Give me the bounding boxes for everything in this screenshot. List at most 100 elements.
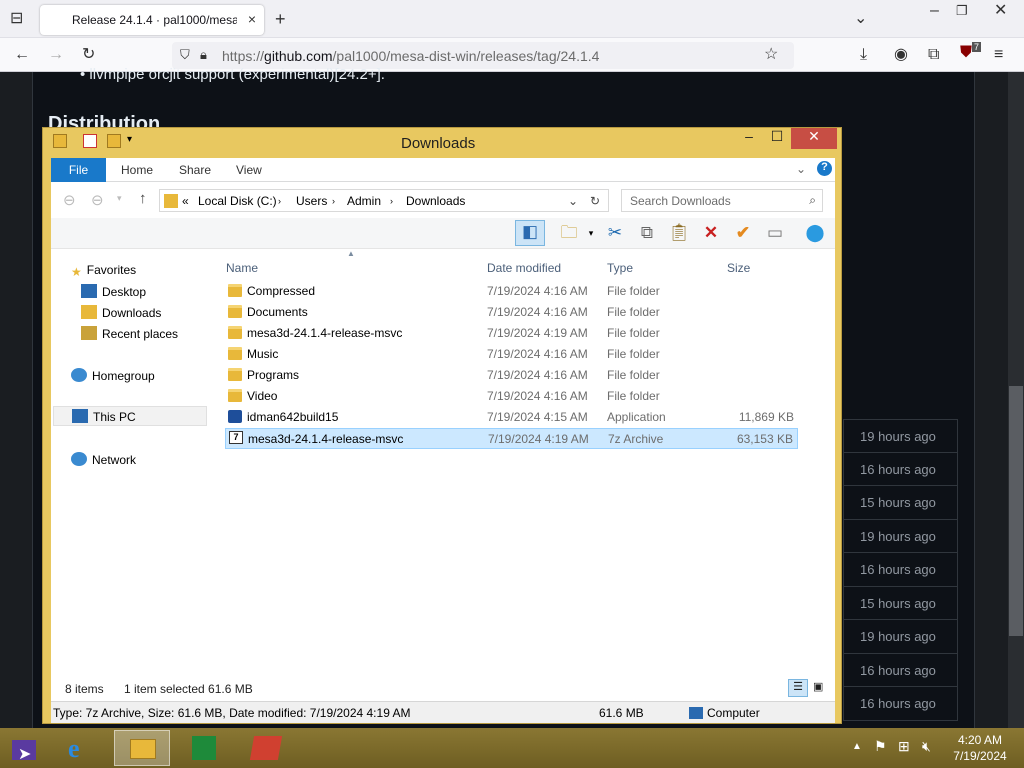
bookmark-star-icon[interactable]: ☆ [764,47,778,63]
help-icon[interactable]: ? [817,161,832,176]
explorer-title-bar[interactable]: ▾ Downloads – ☐ ✕ [43,128,841,158]
lock-icon[interactable]: 🔒︎ [200,47,207,63]
delete-icon[interactable]: ✕ [699,222,723,244]
address-dropdown-icon[interactable]: ⌄ [568,194,578,208]
back-icon[interactable]: ⊖ [63,191,76,209]
file-row[interactable]: Documents 7/19/2024 4:16 AM File folder [225,302,798,323]
maximize-button[interactable]: ☐ [761,128,793,149]
nav-this-pc[interactable]: This PC [53,406,207,426]
column-date-modified[interactable]: Date modified [487,261,561,275]
taskbar-ie[interactable]: e [54,730,110,766]
volume-muted-icon[interactable]: 🔇︎ [922,738,931,755]
page-scrollbar-thumb[interactable] [1009,386,1023,636]
extensions-icon[interactable]: ⧉ [928,47,939,63]
location-status: Computer [707,706,760,720]
show-hidden-icons[interactable]: ▲ [852,741,862,752]
nav-desktop[interactable]: Desktop [81,284,146,302]
forward-icon[interactable]: ⊖ [91,191,104,209]
tab-list-icon[interactable]: ⊟ [10,11,23,27]
file-row[interactable]: mesa3d-24.1.4-release-msvc 7/19/2024 4:19… [225,323,798,344]
forward-icon[interactable]: → [48,47,64,63]
breadcrumb-prefix[interactable]: « [182,194,189,208]
nav-recent-places[interactable]: Recent places [81,326,178,344]
nav-network[interactable]: Network [71,452,136,470]
taskbar-store[interactable] [176,730,232,766]
ublock-icon[interactable]: ⛊ [960,45,972,61]
url-bar[interactable]: ⛉ 🔒︎ https://github.com/pal1000/mesa-dis… [172,42,794,69]
flag-icon[interactable]: ⚑ [874,738,887,755]
file-row[interactable]: Music 7/19/2024 4:16 AM File folder [225,344,798,365]
tab-share[interactable]: Share [179,163,211,177]
downloads-icon[interactable]: ⤓ [860,47,867,63]
restore-icon[interactable]: ❐ [956,3,968,19]
preview-pane-icon[interactable]: ◧ [515,220,545,246]
file-row[interactable]: idman642build15 7/19/2024 4:15 AM Applicat… [225,407,798,428]
menu-icon[interactable]: ≡ [994,47,1003,63]
tab-view[interactable]: View [236,163,262,177]
refresh-icon[interactable]: ↻ [590,194,600,208]
large-icons-view-icon[interactable]: ▣ [813,680,823,693]
column-name[interactable]: Name [226,261,258,275]
network-tray-icon[interactable]: ⊞ [898,738,910,755]
tab-home[interactable]: Home [121,163,153,177]
account-icon[interactable]: ◉ [894,47,908,63]
sort-ascending-icon: ▲ [347,249,355,258]
app-icon [249,736,283,760]
expand-ribbon-icon[interactable]: ⌄ [796,162,806,176]
start-button[interactable]: ➤ [0,730,48,766]
move-to-icon[interactable]: 🗀 [557,222,581,244]
extension-badge: 7 [972,42,982,52]
column-type[interactable]: Type [607,261,633,275]
rename-icon[interactable]: ✔ [731,222,755,244]
nav-homegroup[interactable]: Homegroup [71,368,155,386]
folder-icon [164,194,178,208]
cut-icon[interactable]: ✂ [603,222,627,244]
breadcrumb-separator-icon[interactable]: › [390,196,393,206]
minimize-icon[interactable]: – [930,3,939,19]
tab-close-icon[interactable]: × [248,11,256,27]
taskbar-explorer[interactable] [114,730,170,766]
breadcrumb-separator-icon[interactable]: › [332,196,335,206]
breadcrumb-users[interactable]: Users [296,194,327,208]
close-button[interactable]: ✕ [791,128,837,149]
file-row-selected[interactable]: 7 mesa3d-24.1.4-release-msvc 7/19/2024 4:1… [225,428,798,449]
chevron-down-icon[interactable]: ⌄ [854,11,867,27]
tab-file[interactable]: File [51,158,106,182]
qat-dropdown-icon[interactable]: ▾ [127,134,132,145]
selection-info: 1 item selected 61.6 MB [124,682,253,696]
file-row[interactable]: Compressed 7/19/2024 4:16 AM File folder [225,281,798,302]
file-row[interactable]: Programs 7/19/2024 4:16 AM File folder [225,365,798,386]
details-view-icon[interactable]: ☰ [788,679,808,697]
system-clock[interactable]: 4:20 AM 7/19/2024 [940,732,1020,764]
reload-icon[interactable]: ↻ [82,47,95,63]
copy-icon[interactable]: ⧉ [635,222,659,244]
recent-dropdown-icon[interactable]: ▾ [117,193,122,204]
options-icon[interactable]: ⬤ [803,222,827,244]
up-icon[interactable]: ↑ [139,190,147,207]
application-icon [228,410,242,423]
breadcrumb-separator-icon[interactable]: › [278,196,281,206]
breadcrumb-admin[interactable]: Admin [347,194,381,208]
new-tab-button[interactable]: + [275,10,286,28]
breadcrumb[interactable]: « Local Disk (C:) › Users › Admin › Down… [159,189,609,212]
file-row[interactable]: Video 7/19/2024 4:16 AM File folder [225,386,798,407]
breadcrumb-local-disk[interactable]: Local Disk (C:) [198,194,277,208]
shield-icon[interactable]: ⛉ [180,47,190,63]
close-icon[interactable]: ✕ [994,3,1007,19]
paste-icon[interactable]: 📋︎ [667,222,691,244]
nav-favorites[interactable]: ★ Favorites [71,263,136,281]
nav-downloads[interactable]: Downloads [81,305,161,323]
browser-tab[interactable]: Release 24.1.4 · pal1000/mesa-dist-win × [40,5,264,35]
search-input[interactable]: Search Downloads ⌕ [621,189,823,212]
folder-icon [53,134,67,148]
url-text[interactable]: https://github.com/pal1000/mesa-dist-win… [222,48,599,64]
breadcrumb-downloads[interactable]: Downloads [406,194,465,208]
move-to-dropdown-icon[interactable]: ▾ [579,222,603,244]
network-icon [71,452,87,466]
properties-icon[interactable] [83,134,97,148]
new-folder-icon[interactable] [107,134,121,148]
back-icon[interactable]: ← [14,47,30,63]
column-size[interactable]: Size [727,261,750,275]
properties-icon[interactable]: ▭ [763,222,787,244]
taskbar-app[interactable] [238,730,294,766]
